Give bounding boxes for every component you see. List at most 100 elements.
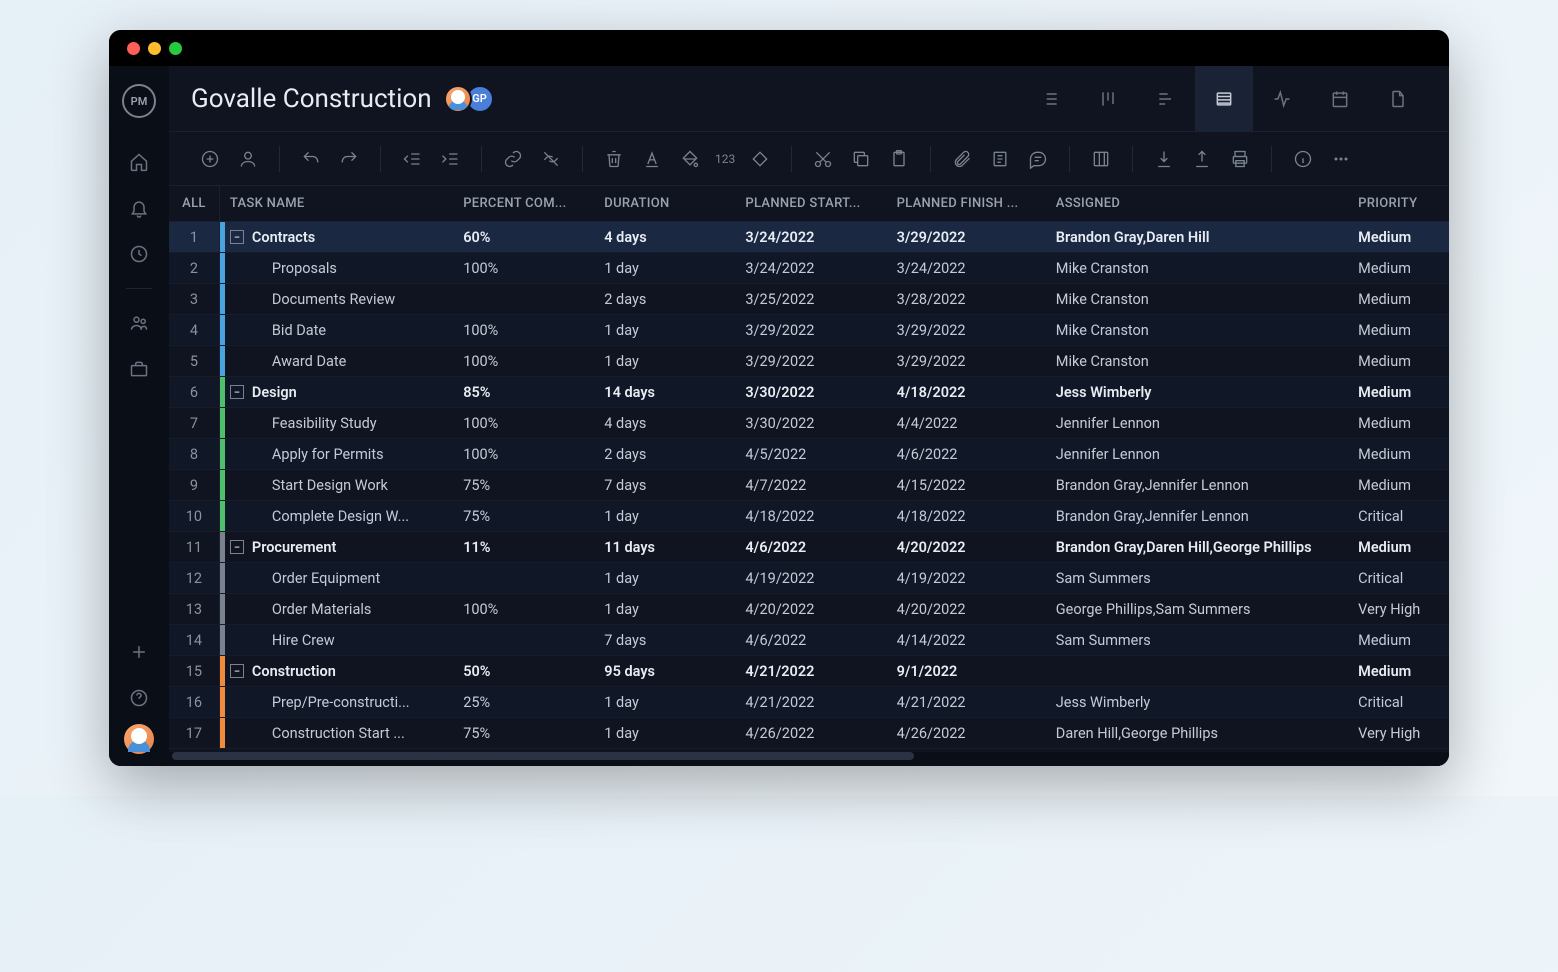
row-number[interactable]: 5 xyxy=(169,346,219,377)
collapse-icon[interactable]: − xyxy=(230,230,244,244)
cell-dur[interactable]: 1 day xyxy=(594,563,735,594)
cell-start[interactable]: 4/21/2022 xyxy=(735,656,886,687)
cell-priority[interactable]: Medium xyxy=(1348,408,1449,439)
task-name[interactable]: Construction Start ... xyxy=(220,725,405,742)
task-name[interactable]: Bid Date xyxy=(220,322,326,339)
cell-start[interactable]: 4/5/2022 xyxy=(735,439,886,470)
cell-dur[interactable]: 1 day xyxy=(594,594,735,625)
table-row[interactable]: 10Complete Design W...75%1 day4/18/20224… xyxy=(169,501,1449,532)
cell-assigned[interactable]: Mike Cranston xyxy=(1046,253,1348,284)
cell-pct[interactable]: 100% xyxy=(453,594,594,625)
columns-button[interactable] xyxy=(1082,140,1120,178)
cell-finish[interactable]: 9/1/2022 xyxy=(887,656,1046,687)
table-row[interactable]: 9Start Design Work75%7 days4/7/20224/15/… xyxy=(169,470,1449,501)
link-button[interactable] xyxy=(494,140,532,178)
task-cell[interactable]: Order Materials xyxy=(219,594,453,625)
attachment-button[interactable] xyxy=(943,140,981,178)
row-number[interactable]: 13 xyxy=(169,594,219,625)
task-name[interactable]: Documents Review xyxy=(220,291,395,308)
cell-assigned[interactable]: Jess Wimberly xyxy=(1046,687,1348,718)
number-format-label[interactable]: 123 xyxy=(709,152,741,166)
task-name[interactable]: Start Design Work xyxy=(220,477,388,494)
cell-finish[interactable]: 4/20/2022 xyxy=(887,594,1046,625)
table-row[interactable]: 5Award Date100%1 day3/29/20223/29/2022Mi… xyxy=(169,346,1449,377)
cell-priority[interactable]: Critical xyxy=(1348,501,1449,532)
comment-button[interactable] xyxy=(1019,140,1057,178)
row-number[interactable]: 10 xyxy=(169,501,219,532)
cell-finish[interactable]: 4/18/2022 xyxy=(887,377,1046,408)
cell-assigned[interactable]: Brandon Gray,Jennifer Lennon xyxy=(1046,501,1348,532)
task-cell[interactable]: Documents Review xyxy=(219,284,453,315)
import-button[interactable] xyxy=(1145,140,1183,178)
task-cell[interactable]: Hire Crew xyxy=(219,625,453,656)
task-cell[interactable]: −Construction xyxy=(219,656,453,687)
task-cell[interactable]: Order Equipment xyxy=(219,563,453,594)
cell-priority[interactable]: Medium xyxy=(1348,315,1449,346)
unlink-button[interactable] xyxy=(532,140,570,178)
task-name[interactable]: Order Equipment xyxy=(220,570,380,587)
col-header-percent[interactable]: PERCENT COM... xyxy=(453,186,594,222)
cell-dur[interactable]: 1 day xyxy=(594,346,735,377)
task-cell[interactable]: Prep/Pre-constructi... xyxy=(219,687,453,718)
cell-assigned[interactable]: Brandon Gray,Daren Hill xyxy=(1046,222,1348,253)
activity-view-tab[interactable] xyxy=(1253,66,1311,132)
cell-dur[interactable]: 1 day xyxy=(594,253,735,284)
cell-finish[interactable]: 4/19/2022 xyxy=(887,563,1046,594)
cell-dur[interactable]: 14 days xyxy=(594,377,735,408)
task-cell[interactable]: Construction Start ... xyxy=(219,718,453,749)
cell-pct[interactable]: 75% xyxy=(453,470,594,501)
cell-start[interactable]: 3/25/2022 xyxy=(735,284,886,315)
task-name[interactable]: Feasibility Study xyxy=(220,415,377,432)
cell-priority[interactable]: Very High xyxy=(1348,594,1449,625)
cell-finish[interactable]: 4/4/2022 xyxy=(887,408,1046,439)
cell-assigned[interactable]: Jess Wimberly xyxy=(1046,377,1348,408)
row-number[interactable]: 4 xyxy=(169,315,219,346)
maximize-window-button[interactable] xyxy=(169,42,182,55)
app-logo[interactable]: PM xyxy=(122,84,156,118)
row-number[interactable]: 15 xyxy=(169,656,219,687)
cell-priority[interactable]: Medium xyxy=(1348,377,1449,408)
cell-priority[interactable]: Medium xyxy=(1348,470,1449,501)
col-header-priority[interactable]: PRIORITY xyxy=(1348,186,1449,222)
cell-dur[interactable]: 95 days xyxy=(594,656,735,687)
cell-pct[interactable]: 85% xyxy=(453,377,594,408)
task-cell[interactable]: −Design xyxy=(219,377,453,408)
redo-button[interactable] xyxy=(330,140,368,178)
task-cell[interactable]: −Contracts xyxy=(219,222,453,253)
task-name[interactable]: Order Materials xyxy=(220,601,371,618)
col-header-task[interactable]: TASK NAME xyxy=(219,186,453,222)
cell-priority[interactable]: Medium xyxy=(1348,625,1449,656)
col-header-assigned[interactable]: ASSIGNED xyxy=(1046,186,1348,222)
table-row[interactable]: 16Prep/Pre-constructi...25%1 day4/21/202… xyxy=(169,687,1449,718)
task-cell[interactable]: Feasibility Study xyxy=(219,408,453,439)
task-cell[interactable]: Proposals xyxy=(219,253,453,284)
table-row[interactable]: 11−Procurement11%11 days4/6/20224/20/202… xyxy=(169,532,1449,563)
cell-priority[interactable]: Medium xyxy=(1348,439,1449,470)
cell-assigned[interactable] xyxy=(1046,656,1348,687)
col-header-start[interactable]: PLANNED START... xyxy=(735,186,886,222)
row-number[interactable]: 1 xyxy=(169,222,219,253)
task-name[interactable]: Proposals xyxy=(220,260,337,277)
table-row[interactable]: 14Hire Crew7 days4/6/20224/14/2022Sam Su… xyxy=(169,625,1449,656)
cell-start[interactable]: 3/29/2022 xyxy=(735,346,886,377)
task-name[interactable]: Award Date xyxy=(220,353,346,370)
row-number[interactable]: 11 xyxy=(169,532,219,563)
cell-dur[interactable]: 1 day xyxy=(594,687,735,718)
task-cell[interactable]: Award Date xyxy=(219,346,453,377)
task-cell[interactable]: Bid Date xyxy=(219,315,453,346)
task-name[interactable]: Procurement xyxy=(252,539,336,556)
cell-finish[interactable]: 3/29/2022 xyxy=(887,346,1046,377)
table-row[interactable]: 2Proposals100%1 day3/24/20223/24/2022Mik… xyxy=(169,253,1449,284)
col-header-num[interactable]: ALL xyxy=(169,186,219,222)
cell-start[interactable]: 4/7/2022 xyxy=(735,470,886,501)
cell-priority[interactable]: Medium xyxy=(1348,253,1449,284)
text-color-button[interactable] xyxy=(633,140,671,178)
cell-assigned[interactable]: Jennifer Lennon xyxy=(1046,439,1348,470)
cell-dur[interactable]: 1 day xyxy=(594,501,735,532)
horizontal-scrollbar[interactable] xyxy=(169,752,1449,766)
cell-finish[interactable]: 4/14/2022 xyxy=(887,625,1046,656)
cell-pct[interactable]: 25% xyxy=(453,687,594,718)
cell-finish[interactable]: 4/6/2022 xyxy=(887,439,1046,470)
collapse-icon[interactable]: − xyxy=(230,664,244,678)
home-icon[interactable] xyxy=(119,142,159,182)
